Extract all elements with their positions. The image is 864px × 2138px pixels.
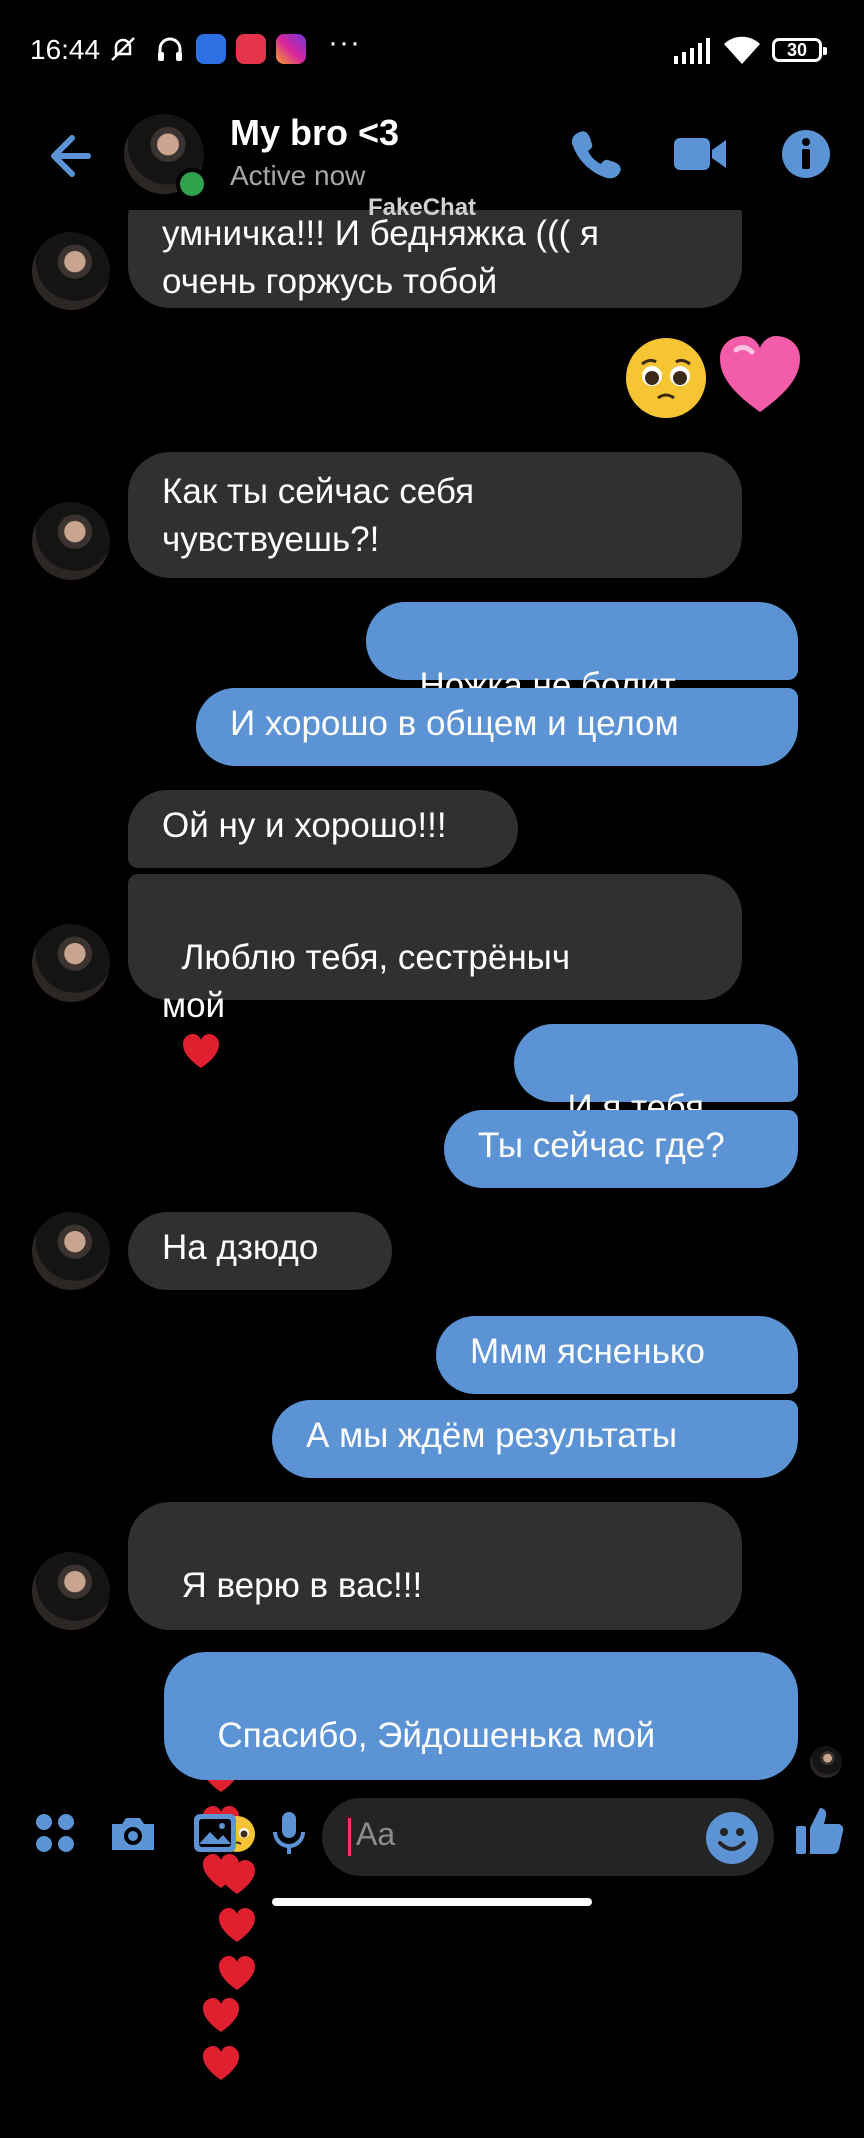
app-notification-icon [236,34,266,64]
message-text: Люблю тебя, сестрёныч мой [162,938,571,1025]
message-outgoing[interactable]: И я тебя [514,1024,798,1176]
message-outgoing[interactable]: Ты сейчас где? [444,1110,798,1188]
app-notification-icon [196,34,226,64]
emoji-icon[interactable] [704,1810,760,1866]
video-icon[interactable] [670,124,730,184]
wifi-icon [724,36,760,64]
contact-name[interactable]: My bro <3 [230,112,399,154]
contact-avatar-small [32,1552,110,1630]
red-heart-emoji [183,1033,220,1068]
phone-icon[interactable] [566,124,626,184]
contact-avatar-small [32,924,110,1002]
message-incoming[interactable]: Ой ну и хорошо!!! [128,790,518,868]
message-outgoing[interactable]: А мы ждём результаты [272,1400,798,1478]
microphone-icon[interactable] [264,1808,314,1858]
message-incoming[interactable]: Я верю в вас!!! [128,1502,742,2080]
message-text: Я верю в вас!!! [181,1566,423,1605]
info-icon[interactable] [776,124,836,184]
contact-avatar-small [32,232,110,310]
message-input[interactable]: Aa [322,1798,774,1876]
message-incoming[interactable]: Как ты сейчас себя чувствуешь?! [128,452,742,578]
online-status-dot [176,168,208,200]
status-time: 16:44 [30,34,101,65]
instagram-icon [276,34,306,64]
message-incoming[interactable]: На дзюдо [128,1212,392,1290]
red-heart-emoji [219,1907,256,1942]
message-outgoing[interactable]: Спасибо, Эйдошенька мой [164,1652,798,1990]
more-notifications: ··· [328,26,361,59]
gallery-icon[interactable] [190,1808,240,1858]
camera-icon[interactable] [108,1808,158,1858]
message-outgoing[interactable]: И хорошо в общем и целом [196,688,798,766]
pink-heart-emoji [720,336,800,412]
status-bar: 16:44 ··· 30 [0,0,864,100]
like-icon[interactable] [792,1802,848,1858]
back-arrow-icon[interactable] [42,130,94,182]
message-placeholder: Aa [356,1816,396,1852]
message-composer: Aa [0,1790,864,1880]
message-outgoing[interactable]: Ммм ясненько [436,1316,798,1394]
red-heart-emoji [202,2045,239,2080]
text-caret [348,1818,351,1856]
red-heart-emoji [202,1997,239,2032]
message-outgoing[interactable]: Ножка не болит [366,602,798,754]
home-indicator[interactable] [272,1898,592,1906]
pleading-face-emoji [626,338,706,418]
seen-receipt-avatar [810,1746,842,1778]
red-heart-emoji [219,1955,256,1990]
apps-icon[interactable] [30,1808,80,1858]
muted-bell-icon [111,37,135,61]
battery-indicator: 30 [772,38,827,62]
message-text: Спасибо, Эйдошенька мой [217,1716,656,1755]
contact-avatar-small [32,502,110,580]
headphones-icon [158,37,182,61]
contact-avatar-small [32,1212,110,1290]
message-incoming[interactable]: Люблю тебя, сестрёныч мой [128,874,742,1068]
signal-icon [674,38,710,64]
active-status: Active now [230,160,366,191]
watermark: FakeChat [368,194,477,221]
